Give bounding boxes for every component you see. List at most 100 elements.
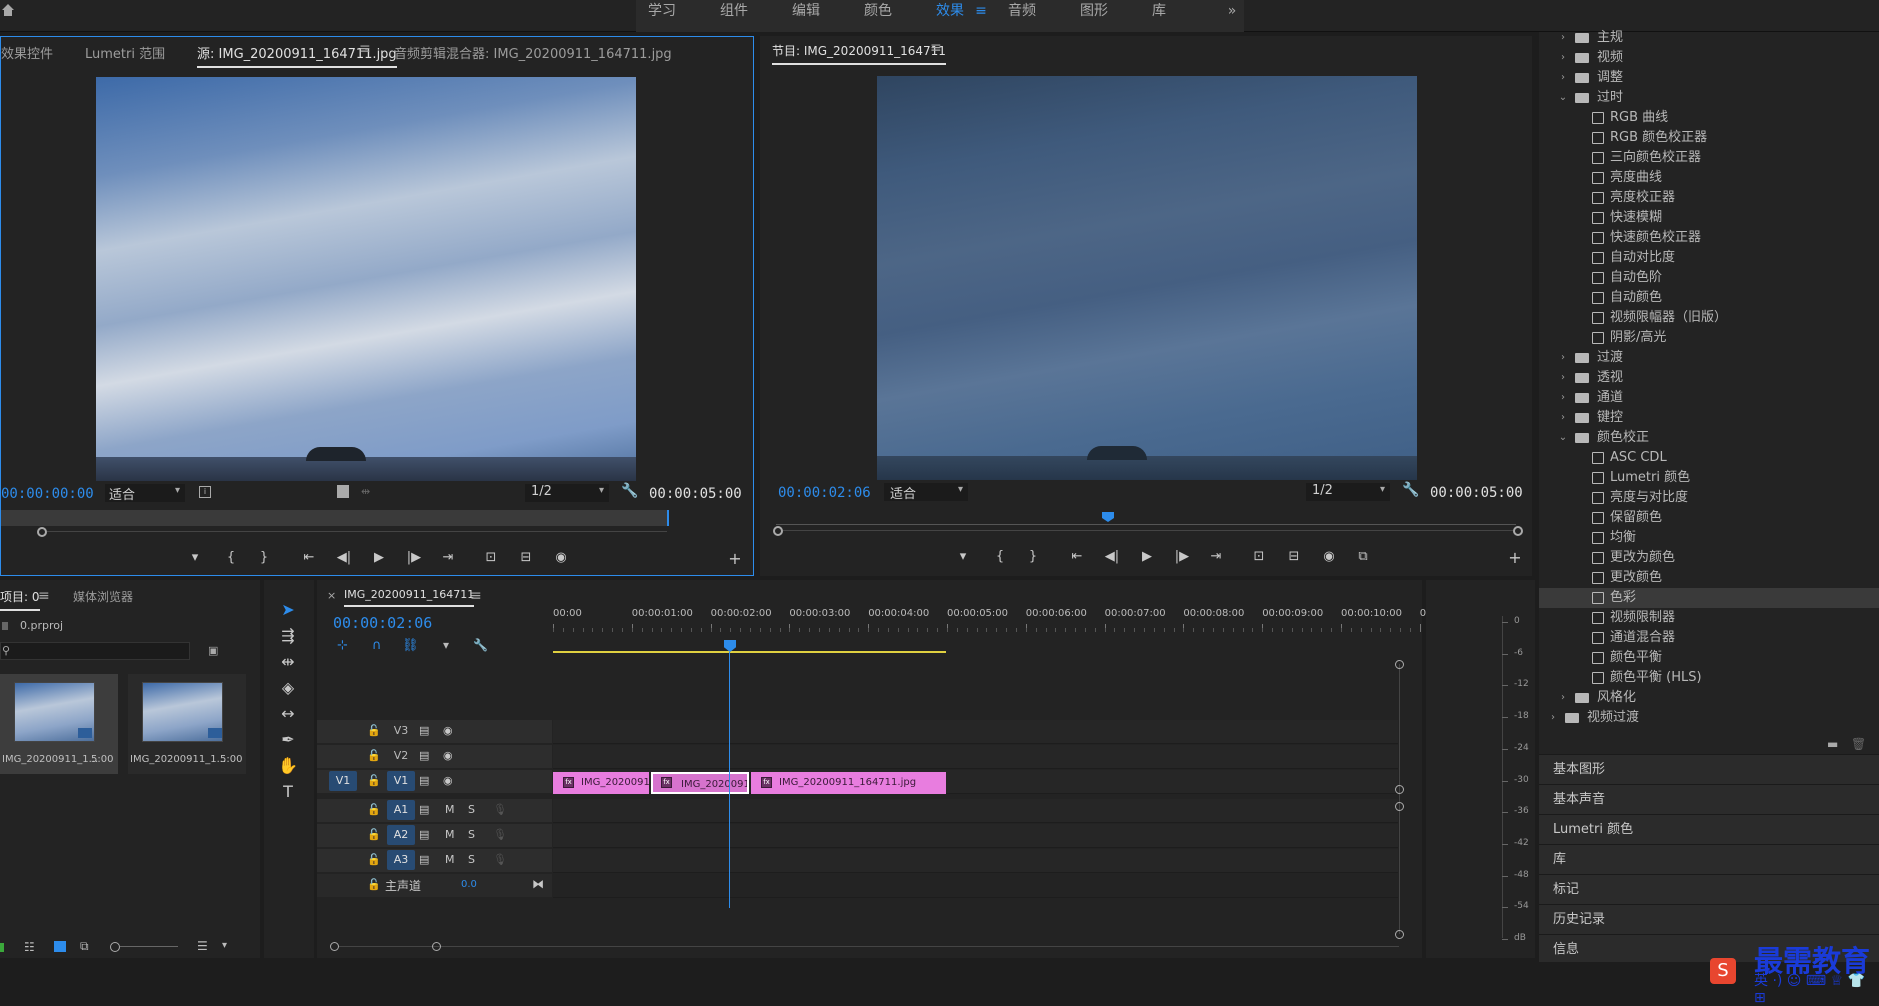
sync-lock-icon[interactable]: ▤ [419, 853, 429, 866]
new-bin-icon[interactable]: ▬ [1827, 737, 1838, 751]
chevron-down-icon[interactable]: ⌄ [1557, 428, 1569, 448]
lock-icon[interactable]: 🔓 [367, 828, 381, 841]
zoom-slider[interactable] [120, 946, 178, 947]
chevron-right-icon[interactable]: › [1557, 28, 1569, 48]
effects-folder[interactable]: ⌄ 颜色校正 [1539, 428, 1879, 448]
effect-item[interactable]: 快速颜色校正器 [1539, 228, 1879, 248]
source-fit-dropdown[interactable]: 适合 ▾ [105, 484, 185, 503]
comparison-view-icon[interactable]: ⧉ [1352, 549, 1374, 564]
effect-item[interactable]: 颜色平衡 (HLS) [1539, 668, 1879, 688]
lock-icon[interactable] [0, 943, 4, 952]
vscroll-handle-audio[interactable] [1395, 802, 1404, 811]
source-zoom-bar[interactable] [47, 531, 667, 532]
chevron-down-icon[interactable]: ⌄ [1557, 88, 1569, 108]
project-item[interactable]: IMG_20200911_1... 5:00 [128, 674, 246, 774]
timeline-ruler[interactable]: 00:00 00:00:01:00 00:00:02:00 00:00:03:00 00… [553, 606, 1426, 636]
eye-icon[interactable]: ◉ [443, 724, 453, 737]
mute-button[interactable]: M [445, 828, 455, 841]
timeline-timecode[interactable]: 00:00:02:06 [333, 614, 432, 632]
project-menu-icon[interactable]: ≡ [38, 588, 50, 604]
sort-icon[interactable]: ☰ [197, 939, 208, 953]
program-zoom-handle-right[interactable] [1513, 526, 1523, 536]
timeline-clip-selected[interactable]: fx IMG_20200911 [651, 772, 749, 794]
lift-button[interactable]: ⊡ [1248, 549, 1270, 564]
add-marker-button[interactable]: ▾ [184, 550, 206, 565]
workspace-assembly[interactable]: 组件 [712, 0, 756, 32]
effects-folder[interactable]: › 风格化 [1539, 688, 1879, 708]
tab-project[interactable]: 项目: 0 [0, 588, 40, 611]
wrench-icon[interactable]: 🔧 [1402, 482, 1419, 498]
timeline-clip[interactable]: fx IMG_20200911_164711.jpg [751, 772, 946, 794]
vscroll-handle-top[interactable] [1395, 660, 1404, 669]
track-lane-v3[interactable] [553, 720, 1398, 744]
tab-media-browser[interactable]: 媒体浏览器 [73, 588, 133, 605]
workspace-overflow-icon[interactable]: » [1222, 0, 1242, 32]
nest-icon[interactable]: ⊹ [337, 638, 348, 653]
go-to-in-button[interactable]: ⇤ [1066, 549, 1088, 564]
tab-effect-controls[interactable]: 效果控件 [1, 43, 53, 62]
expand-tracks-icon[interactable]: ⧓ [532, 877, 544, 891]
button-editor-icon[interactable]: + [724, 549, 746, 568]
program-title[interactable]: 节目: IMG_20200911_164711 [772, 42, 946, 65]
mark-in-button[interactable]: { [220, 550, 242, 565]
sync-lock-icon[interactable]: ▤ [419, 749, 429, 762]
effect-item[interactable]: ASC CDL [1539, 448, 1879, 468]
hand-tool-icon[interactable]: ✋ [276, 754, 300, 778]
hscroll-handle-left[interactable] [330, 942, 339, 951]
tab-lumetri-scopes[interactable]: Lumetri 范围 [85, 43, 165, 62]
type-tool-icon[interactable]: T [276, 780, 300, 804]
track-label-v3[interactable]: V3 [387, 721, 415, 741]
chevron-right-icon[interactable]: › [1557, 368, 1569, 388]
effect-item[interactable]: 视频限幅器（旧版） [1539, 308, 1879, 328]
track-label-v1[interactable]: V1 [387, 771, 415, 791]
workspace-menu-icon[interactable]: ≡ [972, 0, 990, 32]
go-to-out-button[interactable]: ⇥ [437, 550, 459, 565]
chevron-right-icon[interactable]: › [1557, 688, 1569, 708]
icon-view-icon[interactable] [54, 941, 66, 952]
workspace-audio[interactable]: 音频 [1000, 0, 1044, 32]
track-label-a2[interactable]: A2 [387, 825, 415, 845]
timeline-settings-icon[interactable]: 🔧 [473, 638, 488, 652]
effect-item[interactable]: Lumetri 颜色 [1539, 468, 1879, 488]
mute-button[interactable]: M [445, 853, 455, 866]
freeform-view-icon[interactable]: ⧉ [80, 939, 89, 954]
panel-history[interactable]: 历史记录 [1539, 904, 1879, 934]
list-view-icon[interactable]: ☷ [24, 940, 35, 954]
source-resolution-dropdown[interactable]: 1/2 ▾ [525, 484, 609, 502]
lock-icon[interactable]: 🔓 [367, 803, 381, 816]
timeline-clip[interactable]: fx IMG_20200911 [553, 772, 649, 794]
mark-out-button[interactable]: } [253, 550, 275, 565]
effect-item[interactable]: 视频限制器 [1539, 608, 1879, 628]
workspace-effects[interactable]: 效果 [928, 0, 972, 32]
effect-item[interactable]: 自动色阶 [1539, 268, 1879, 288]
home-icon[interactable] [0, 2, 16, 18]
solo-button[interactable]: S [468, 828, 475, 841]
program-time-ruler[interactable] [776, 509, 1516, 525]
microphone-icon[interactable]: 🎙 [493, 803, 507, 816]
export-frame-button[interactable]: ◉ [550, 550, 572, 565]
eye-icon[interactable]: ◉ [443, 749, 453, 762]
overwrite-button[interactable]: ⊟ [515, 550, 537, 565]
delete-icon[interactable]: 🗑 [1851, 737, 1866, 751]
effect-item[interactable]: 快速模糊 [1539, 208, 1879, 228]
effect-item[interactable]: RGB 颜色校正器 [1539, 128, 1879, 148]
eye-icon[interactable]: ◉ [443, 774, 453, 787]
chevron-right-icon[interactable]: › [1557, 48, 1569, 68]
vscroll-handle-mid[interactable] [1395, 785, 1404, 794]
effects-folder[interactable]: › 主规 [1539, 28, 1879, 48]
chevron-right-icon[interactable]: › [1547, 708, 1559, 728]
go-to-out-button[interactable]: ⇥ [1205, 549, 1227, 564]
zoom-slider-handle[interactable] [110, 942, 120, 952]
step-forward-button[interactable]: |▶ [1171, 549, 1193, 564]
timeline-hscroll[interactable] [339, 946, 1399, 947]
workspace-graphics[interactable]: 图形 [1072, 0, 1116, 32]
hscroll-handle-right[interactable] [432, 942, 441, 951]
workspace-libraries[interactable]: 库 [1144, 0, 1174, 32]
add-marker-icon[interactable]: ▾ [443, 638, 449, 652]
microphone-icon[interactable]: 🎙 [493, 828, 507, 841]
wrench-icon[interactable]: 🔧 [621, 483, 638, 499]
chevron-right-icon[interactable]: › [1557, 348, 1569, 368]
program-panel-menu-icon[interactable]: ≡ [930, 40, 942, 56]
tab-sequence[interactable]: IMG_20200911_164711 [344, 588, 475, 607]
selection-tool-icon[interactable]: ➤ [276, 598, 300, 622]
